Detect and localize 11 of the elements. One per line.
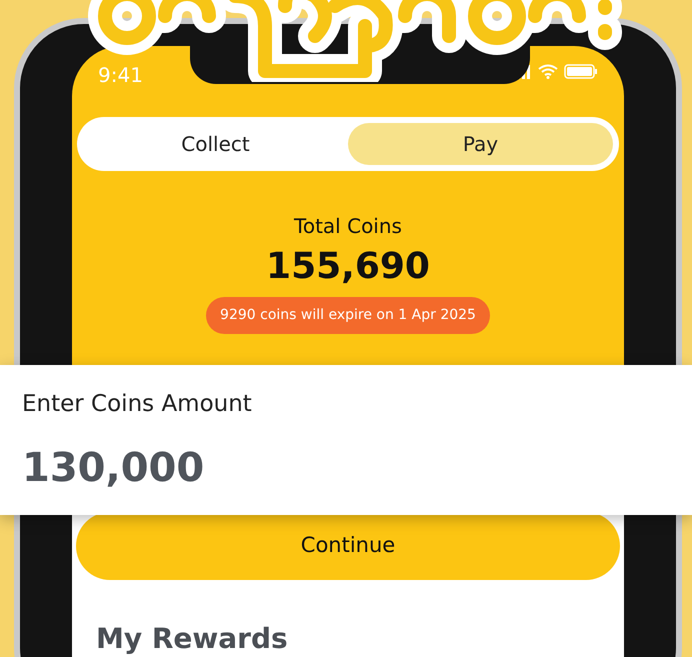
status-time: 9:41 (98, 62, 143, 89)
wifi-icon (538, 64, 558, 79)
amount-value[interactable]: 130,000 (22, 438, 670, 498)
expiry-badge: 9290 coins will expire on 1 Apr 2025 (206, 297, 490, 334)
battery-icon (564, 64, 598, 79)
mode-tab[interactable]: Pay (348, 122, 613, 165)
continue-button[interactable]: Continue (76, 512, 620, 580)
amount-label: Enter Coins Amount (22, 390, 253, 419)
total-coins-value: 155,690 (266, 245, 430, 289)
total-coins-label: Total Coins (294, 213, 402, 240)
rewards-heading: My Rewards (96, 621, 288, 657)
